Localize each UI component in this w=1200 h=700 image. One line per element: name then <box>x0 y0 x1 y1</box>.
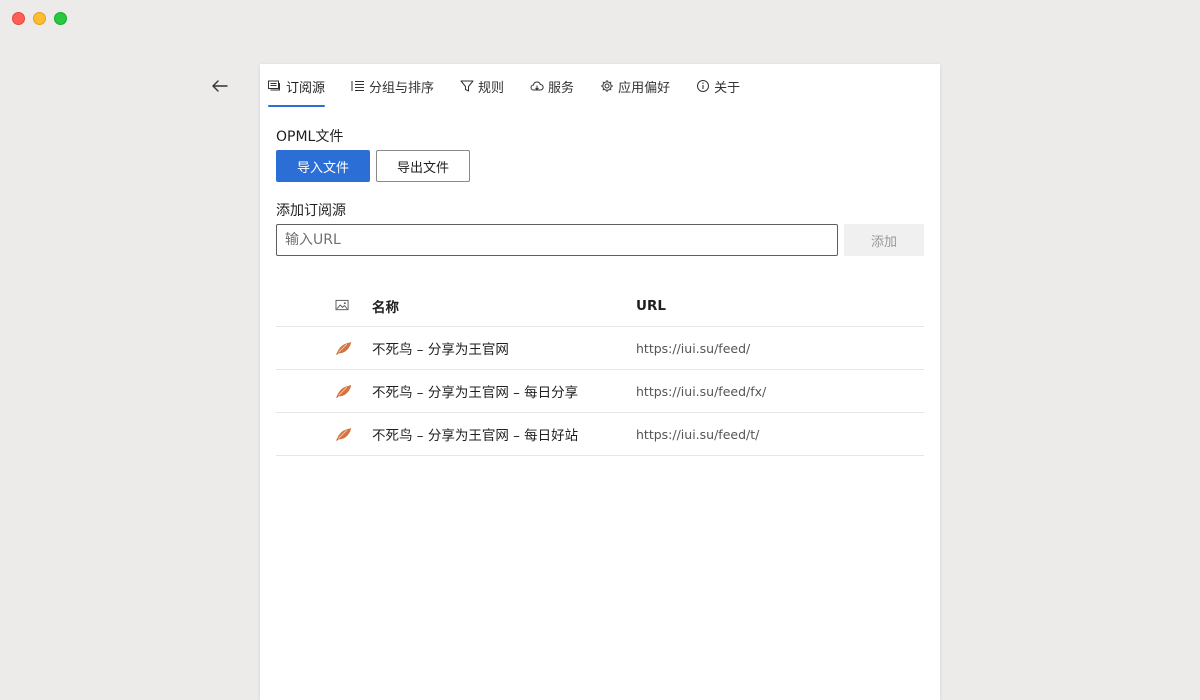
tab-about[interactable]: 关于 <box>696 72 752 100</box>
opml-section-label: OPML文件 <box>276 129 344 145</box>
filter-icon <box>460 80 474 92</box>
feed-url: https://iui.su/feed/t/ <box>636 426 760 442</box>
add-feed-button[interactable]: 添加 <box>844 224 924 256</box>
settings-tabs: 订阅源 分组与排序 规则 服务 应用偏好 关于 <box>268 72 766 108</box>
table-row[interactable]: 不死鸟 – 分享为王官网 – 每日分享 https://iui.su/feed/… <box>276 370 924 413</box>
close-window-button[interactable] <box>12 12 25 25</box>
tab-label: 规则 <box>478 80 505 96</box>
feeds-icon <box>268 80 280 91</box>
feeds-table: 名称 URL 不死鸟 – 分享为王官网 https://iui.su/feed/ <box>276 285 924 456</box>
tab-feeds[interactable]: 订阅源 <box>268 72 337 107</box>
phoenix-feather-icon <box>336 385 351 398</box>
tab-groups-sorting[interactable]: 分组与排序 <box>351 72 446 100</box>
tab-label: 分组与排序 <box>369 80 435 96</box>
feed-url: https://iui.su/feed/ <box>636 340 751 356</box>
tab-label: 服务 <box>548 80 575 96</box>
phoenix-feather-icon <box>336 428 351 441</box>
tab-app-preferences[interactable]: 应用偏好 <box>600 72 682 100</box>
feed-url-input[interactable] <box>276 224 838 256</box>
feed-name: 不死鸟 – 分享为王官网 – 每日好站 <box>372 428 579 444</box>
feed-url: https://iui.su/feed/fx/ <box>636 383 767 399</box>
tab-label: 关于 <box>714 80 741 96</box>
table-header: 名称 URL <box>276 285 924 327</box>
info-icon <box>697 80 710 92</box>
feed-name: 不死鸟 – 分享为王官网 <box>372 342 509 358</box>
feed-name: 不死鸟 – 分享为王官网 – 每日分享 <box>372 385 579 401</box>
export-file-button[interactable]: 导出文件 <box>376 150 470 182</box>
window-traffic-lights <box>12 12 67 25</box>
table-row[interactable]: 不死鸟 – 分享为王官网 https://iui.su/feed/ <box>276 327 924 370</box>
arrow-left-icon <box>212 80 228 92</box>
maximize-window-button[interactable] <box>54 12 67 25</box>
tab-services[interactable]: 服务 <box>530 72 586 100</box>
cloud-icon <box>530 81 544 91</box>
table-row[interactable]: 不死鸟 – 分享为王官网 – 每日好站 https://iui.su/feed/… <box>276 413 924 456</box>
tab-label: 订阅源 <box>286 80 326 96</box>
url-column-header[interactable]: URL <box>636 298 924 314</box>
icon-column-header <box>276 299 372 312</box>
back-button[interactable] <box>210 76 230 96</box>
tab-label: 应用偏好 <box>618 80 671 96</box>
minimize-window-button[interactable] <box>33 12 46 25</box>
image-icon <box>335 299 349 311</box>
name-column-header[interactable]: 名称 <box>372 296 636 316</box>
settings-panel: 订阅源 分组与排序 规则 服务 应用偏好 关于 OPML文件 导入文件 导出文件… <box>260 64 940 700</box>
list-icon <box>351 81 365 91</box>
gear-icon <box>601 80 614 92</box>
import-file-button[interactable]: 导入文件 <box>276 150 370 182</box>
tab-rules[interactable]: 规则 <box>460 72 516 100</box>
phoenix-feather-icon <box>336 342 351 355</box>
add-feed-section-label: 添加订阅源 <box>276 203 346 219</box>
